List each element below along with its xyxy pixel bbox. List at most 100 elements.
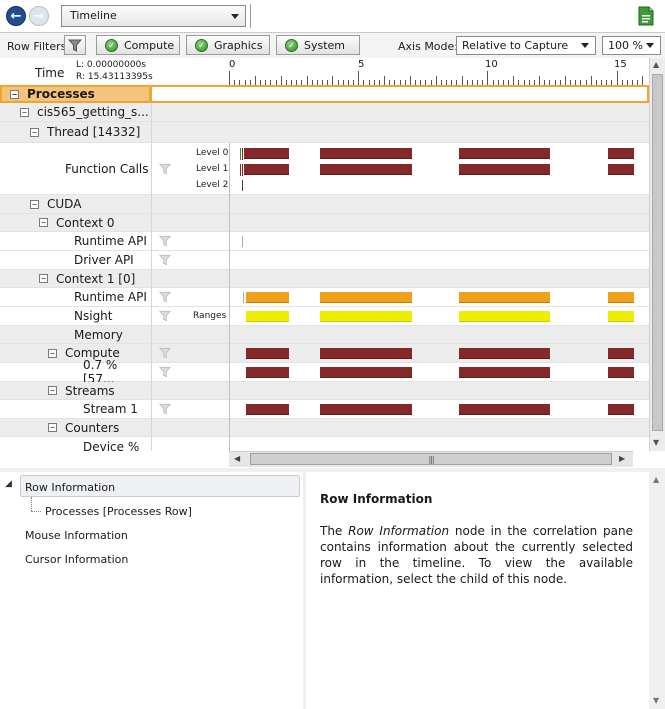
level-0-call-bar[interactable]	[320, 148, 412, 159]
nsight-range-bar[interactable]	[459, 311, 550, 322]
row-context-1[interactable]: − Context 1 [0]	[0, 270, 649, 288]
filter-icon[interactable]	[159, 254, 171, 266]
compute-filter-label: Compute	[124, 38, 175, 52]
kernel-bar[interactable]	[246, 367, 289, 378]
level-0-call-bar[interactable]	[459, 148, 550, 159]
row-label: − Context 1 [0]	[0, 270, 151, 287]
kernel-bar[interactable]	[246, 348, 289, 359]
horizontal-scroll-thumb[interactable]: |||	[250, 453, 612, 465]
row-filter-button[interactable]	[64, 35, 86, 55]
kernel-bar[interactable]	[320, 404, 412, 415]
collapse-icon[interactable]: −	[39, 274, 48, 283]
collapse-icon[interactable]: −	[39, 218, 48, 227]
nsight-range-bar[interactable]	[246, 311, 289, 322]
level-1-call-bar[interactable]	[244, 164, 289, 175]
forward-arrow-icon[interactable]: →	[29, 6, 49, 26]
level-0-call-bar[interactable]	[244, 148, 289, 159]
collapse-icon[interactable]: −	[48, 423, 57, 432]
collapse-icon[interactable]: −	[30, 199, 39, 209]
scroll-left-icon[interactable]: ◀	[234, 454, 240, 463]
row-stream-1[interactable]: Stream 1	[0, 400, 649, 419]
tree-item-cursor-information[interactable]: Cursor Information	[25, 553, 128, 566]
back-arrow-icon[interactable]: ←	[6, 6, 26, 26]
compute-filter-button[interactable]: ✓ Compute	[96, 35, 180, 55]
filter-icon[interactable]	[159, 403, 171, 415]
kernel-bar[interactable]	[608, 404, 634, 415]
runtime-api-bar[interactable]	[459, 292, 550, 303]
collapse-icon[interactable]: −	[20, 107, 29, 117]
nsight-range-bar[interactable]	[320, 311, 412, 322]
chevron-down-icon	[581, 43, 589, 48]
row-streams[interactable]: − Streams	[0, 382, 649, 400]
filter-icon[interactable]	[159, 310, 171, 322]
row-memory[interactable]: Memory	[0, 326, 649, 344]
runtime-api-bar[interactable]	[320, 292, 412, 303]
collapse-icon[interactable]: −	[10, 89, 19, 99]
nsight-range-bar[interactable]	[608, 311, 634, 322]
tree-item-row-information[interactable]: Row Information	[25, 481, 115, 494]
info-vertical-scrollbar[interactable]: ▲ ▼	[649, 472, 665, 709]
kernel-bar[interactable]	[459, 404, 550, 415]
tree-expand-icon[interactable]: ◢	[5, 479, 12, 489]
collapse-icon[interactable]: −	[48, 348, 57, 358]
runtime-api-bar[interactable]	[246, 292, 289, 303]
level-0-call-bar[interactable]	[608, 148, 634, 159]
row-thread[interactable]: − Thread [14332]	[0, 122, 649, 143]
filter-icon[interactable]	[159, 291, 171, 303]
row-label: Runtime API	[0, 288, 151, 306]
row-runtime-api-context-0[interactable]: Runtime API	[0, 232, 649, 251]
kernel-bar[interactable]	[459, 348, 550, 359]
timeline-grid: − Processes − cis565_getting_s... − Thre…	[0, 85, 649, 451]
vertical-scroll-thumb[interactable]	[652, 74, 663, 431]
tree-item-processes-row[interactable]: Processes [Processes Row]	[45, 505, 192, 518]
row-mid	[151, 251, 229, 269]
row-driver-api[interactable]: Driver API	[0, 251, 649, 270]
ruler-tick	[642, 76, 644, 85]
axis-mode-value: Relative to Capture	[462, 39, 569, 52]
row-compute-kernel[interactable]: 0.7 % [57...	[0, 358, 649, 386]
row-label: − CUDA	[0, 195, 151, 213]
row-cuda[interactable]: − CUDA	[0, 195, 649, 214]
row-context-0[interactable]: − Context 0	[0, 214, 649, 232]
view-selector-dropdown[interactable]: Timeline	[61, 5, 246, 27]
axis-mode-dropdown[interactable]: Relative to Capture	[456, 36, 596, 55]
row-processes[interactable]: − Processes	[0, 85, 649, 103]
scroll-up-icon[interactable]: ▲	[653, 60, 659, 69]
row-counters[interactable]: − Counters	[0, 419, 649, 437]
scroll-down-icon[interactable]: ▼	[653, 438, 659, 447]
row-runtime-api-context-1[interactable]: Runtime API	[0, 288, 649, 307]
level-1-call-bar[interactable]	[608, 164, 634, 175]
ruler-tick	[229, 71, 230, 85]
collapse-icon[interactable]: −	[48, 386, 57, 395]
filter-icon[interactable]	[159, 347, 171, 359]
row-function-calls[interactable]: Function Calls Level 0 Level 1 Level 2	[0, 143, 649, 195]
scroll-right-icon[interactable]: ▶	[619, 454, 625, 463]
report-document-icon[interactable]	[637, 6, 655, 26]
kernel-bar[interactable]	[608, 367, 634, 378]
zoom-dropdown[interactable]: 100 %	[602, 36, 661, 55]
filter-icon[interactable]	[159, 366, 171, 378]
row-mid	[151, 363, 229, 381]
runtime-api-marker	[242, 236, 243, 247]
row-process[interactable]: − cis565_getting_s...	[0, 103, 649, 122]
row-nsight[interactable]: Nsight Ranges	[0, 307, 649, 326]
scroll-up-icon[interactable]: ▲	[653, 475, 659, 484]
kernel-bar[interactable]	[246, 404, 289, 415]
kernel-bar[interactable]	[608, 348, 634, 359]
graphics-filter-button[interactable]: ✓ Graphics	[186, 35, 270, 55]
level-1-call-bar[interactable]	[459, 164, 550, 175]
kernel-bar[interactable]	[320, 367, 412, 378]
kernel-bar[interactable]	[459, 367, 550, 378]
level-1-label: Level 1	[196, 164, 229, 174]
tree-item-mouse-information[interactable]: Mouse Information	[25, 529, 128, 542]
row-device-percent[interactable]: Device %	[0, 437, 649, 451]
scroll-down-icon[interactable]: ▼	[653, 696, 659, 705]
filter-icon[interactable]	[159, 235, 171, 247]
runtime-api-bar[interactable]	[608, 292, 634, 303]
system-filter-button[interactable]: ✓ System	[276, 35, 360, 55]
collapse-icon[interactable]: −	[30, 127, 39, 137]
filter-icon[interactable]	[159, 163, 171, 175]
level-1-call-bar[interactable]	[320, 164, 412, 175]
time-ruler[interactable]: 0 5 10 15	[229, 58, 649, 85]
kernel-bar[interactable]	[320, 348, 412, 359]
